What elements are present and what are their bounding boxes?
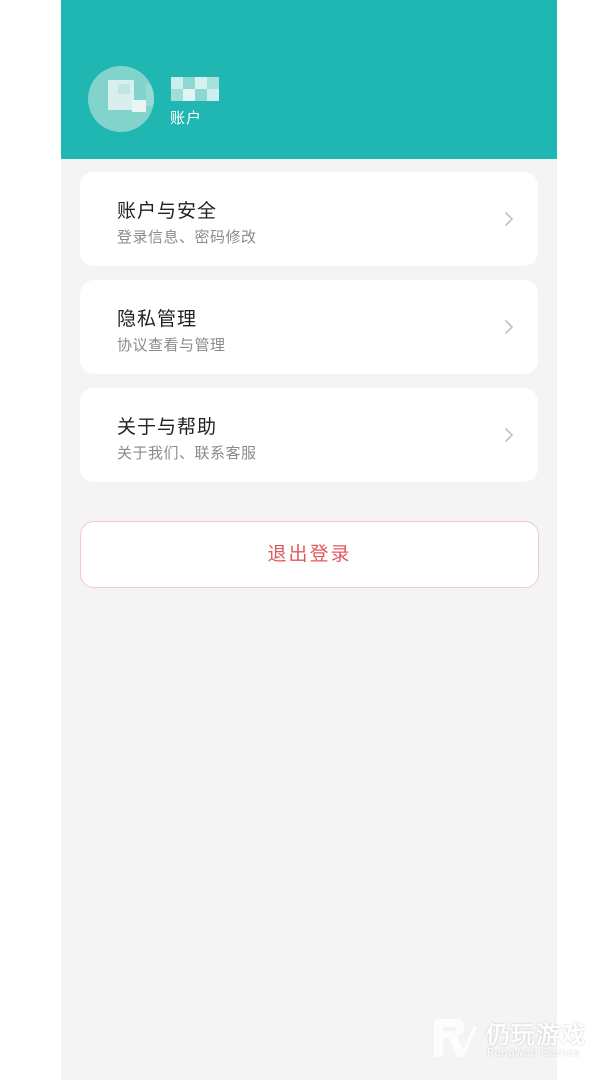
menu-item-title: 关于与帮助 <box>117 416 218 438</box>
chevron-right-icon <box>505 428 513 442</box>
account-label: 账户 <box>170 109 203 127</box>
avatar[interactable] <box>88 66 154 132</box>
rengwan-logo-icon <box>434 1019 477 1057</box>
menu-item-title: 账户与安全 <box>117 200 218 222</box>
watermark-brand-en: Rengwan Games <box>487 1046 580 1059</box>
menu-item-account-security[interactable]: 账户与安全 登录信息、密码修改 <box>80 172 538 266</box>
settings-screen: 账户 账户与安全 登录信息、密码修改 隐私管理 协议查看与管理 关于与帮助 关于… <box>61 0 557 1080</box>
profile-header: 账户 <box>61 0 557 159</box>
watermark-brand-cn: 仍玩游戏 <box>486 1021 586 1049</box>
menu-item-subtitle: 协议查看与管理 <box>117 336 226 354</box>
menu-item-subtitle: 登录信息、密码修改 <box>117 228 257 246</box>
logout-button[interactable]: 退出登录 <box>80 521 539 588</box>
menu-item-title: 隐私管理 <box>117 308 198 330</box>
username-blurred <box>171 77 219 101</box>
chevron-right-icon <box>505 320 513 334</box>
chevron-right-icon <box>505 212 513 226</box>
watermark: 仍玩游戏 Rengwan Games <box>430 1015 600 1063</box>
menu-item-about-help[interactable]: 关于与帮助 关于我们、联系客服 <box>80 388 538 482</box>
menu-item-privacy[interactable]: 隐私管理 协议查看与管理 <box>80 280 538 374</box>
menu-item-subtitle: 关于我们、联系客服 <box>117 444 257 462</box>
